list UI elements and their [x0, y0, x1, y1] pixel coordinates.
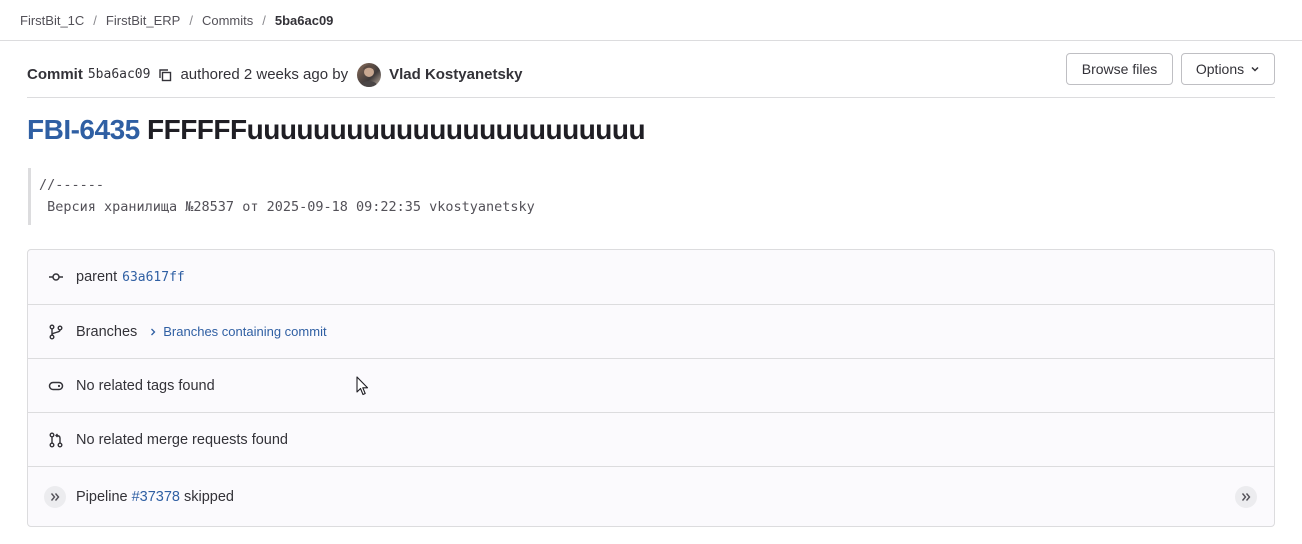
- commit-header: Commit 5ba6ac09 authored 2 weeks ago by …: [27, 52, 1275, 98]
- merge-request-icon: [48, 432, 64, 448]
- parent-commit-link[interactable]: 63a617ff: [122, 270, 185, 285]
- cursor-icon: [356, 376, 369, 396]
- chevron-down-icon: [1251, 66, 1259, 72]
- options-dropdown-button[interactable]: Options: [1181, 53, 1275, 85]
- authored-text: authored 2 weeks ago by: [180, 66, 349, 83]
- commit-info-panel: parent 63a617ff Branches Branches contai…: [27, 249, 1275, 527]
- pipeline-status-text: skipped: [183, 488, 234, 505]
- browse-files-button[interactable]: Browse files: [1066, 53, 1173, 85]
- commit-title-text: FFFFFFuuuuuuuuuuuuuuuuuuuuuuuu: [147, 114, 646, 145]
- author-name[interactable]: Vlad Kostyanetsky: [389, 66, 522, 83]
- tag-icon: [48, 378, 64, 394]
- breadcrumb-item-commits[interactable]: Commits: [202, 13, 253, 28]
- tags-text: No related tags found: [76, 377, 215, 394]
- description-line-1: //------: [39, 177, 105, 193]
- parent-row: parent 63a617ff: [28, 250, 1274, 304]
- breadcrumb-separator: /: [93, 12, 97, 28]
- commit-icon: [48, 269, 64, 285]
- commit-title: FBI-6435 FFFFFFuuuuuuuuuuuuuuuuuuuuuuuu: [27, 114, 646, 146]
- parent-label: parent: [76, 269, 118, 285]
- breadcrumb-separator: /: [189, 12, 193, 28]
- branches-containing-commit-label: Branches containing commit: [163, 324, 327, 339]
- branches-label: Branches: [76, 323, 138, 340]
- breadcrumb-item-project[interactable]: FirstBit_ERP: [106, 13, 180, 28]
- pipeline-label: Pipeline: [76, 488, 128, 505]
- merge-requests-text: No related merge requests found: [76, 431, 288, 448]
- tags-row: No related tags found: [28, 358, 1274, 412]
- description-line-2: Версия хранилища №28537 от 2025-09-18 09…: [39, 199, 535, 215]
- breadcrumb-item-group[interactable]: FirstBit_1C: [20, 13, 84, 28]
- breadcrumb-separator: /: [262, 12, 266, 28]
- avatar[interactable]: [357, 62, 382, 87]
- breadcrumb-item-current-commit[interactable]: 5ba6ac09: [275, 13, 334, 28]
- chevron-right-icon: [151, 328, 156, 335]
- merge-requests-row: No related merge requests found: [28, 412, 1274, 466]
- branches-containing-commit-toggle[interactable]: Branches containing commit: [149, 324, 327, 339]
- commit-label: Commit: [27, 66, 83, 83]
- pipeline-row: Pipeline #37378 skipped: [28, 466, 1274, 526]
- options-label: Options: [1195, 61, 1245, 77]
- pipeline-skipped-icon[interactable]: [1235, 485, 1257, 508]
- pipeline-link[interactable]: #37378: [132, 489, 180, 505]
- copy-icon[interactable]: [158, 68, 172, 82]
- commit-description: //------ Версия хранилища №28537 от 2025…: [28, 168, 628, 225]
- pipeline-skipped-icon[interactable]: [44, 485, 66, 508]
- breadcrumb: FirstBit_1C / FirstBit_ERP / Commits / 5…: [0, 0, 1302, 41]
- branches-row: Branches Branches containing commit: [28, 304, 1274, 358]
- branch-icon: [48, 324, 64, 340]
- issue-link[interactable]: FBI-6435: [27, 114, 140, 145]
- commit-sha: 5ba6ac09: [87, 67, 151, 82]
